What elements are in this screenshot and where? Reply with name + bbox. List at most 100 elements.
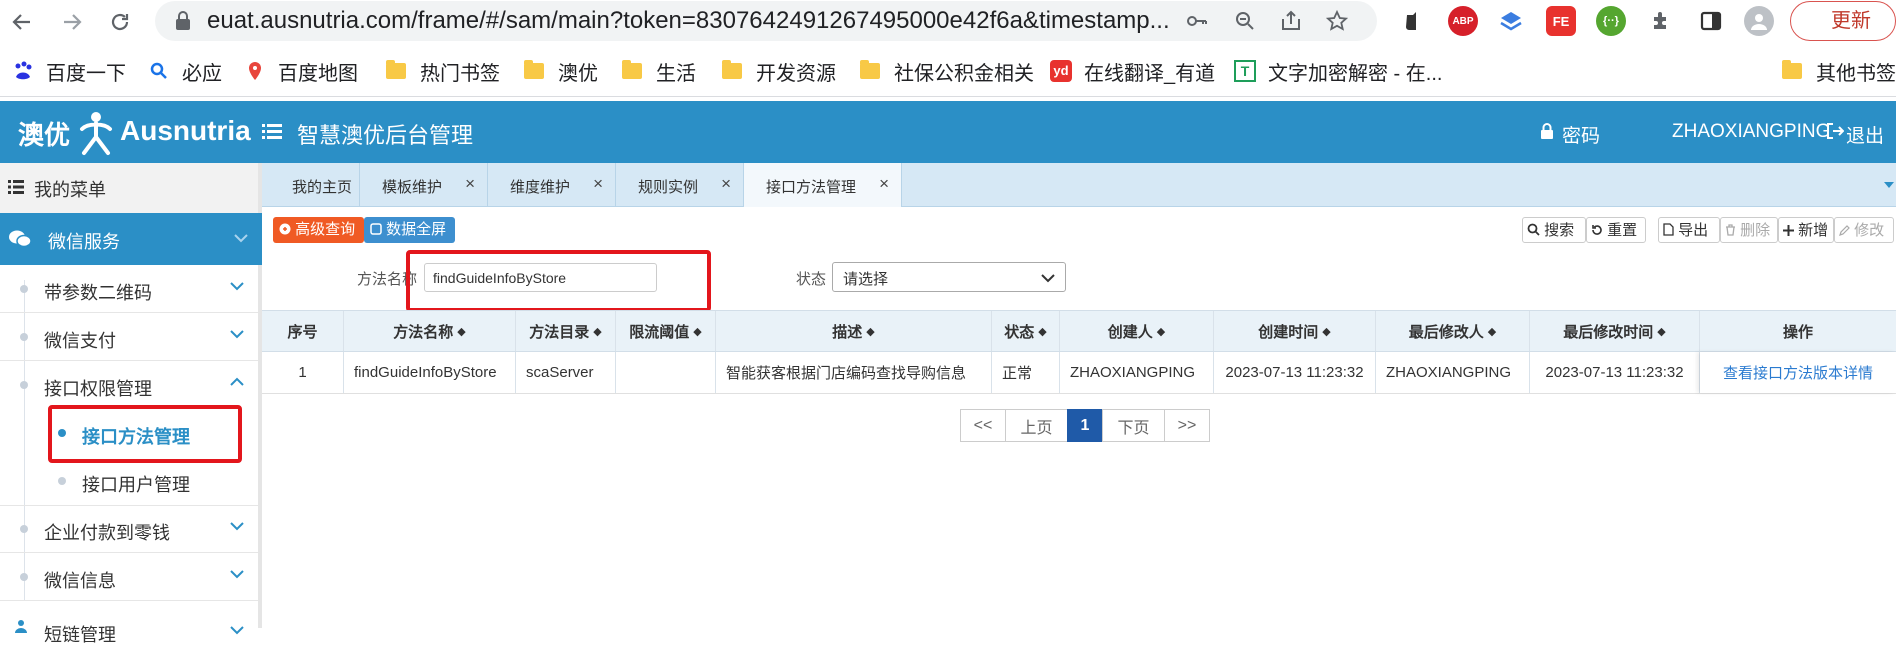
edit-button[interactable]: 修改: [1834, 217, 1894, 243]
export-button[interactable]: 导出: [1658, 217, 1720, 243]
pencil-icon: [1839, 225, 1850, 236]
tab-rule-instance[interactable]: 规则实例 ×: [616, 163, 744, 207]
back-icon[interactable]: [6, 6, 38, 38]
tab-api-method[interactable]: 接口方法管理 ×: [744, 163, 902, 207]
sidebar-item-wechat-pay[interactable]: 微信支付: [0, 313, 258, 361]
add-button[interactable]: 新增: [1778, 217, 1834, 243]
cell-description: 智能获客根据门店编码查找导购信息: [716, 352, 992, 393]
folder-icon: [860, 60, 880, 79]
url-text[interactable]: euat.ausnutria.com/frame/#/sam/main?toke…: [207, 1, 1207, 41]
cell-status: 正常: [992, 352, 1060, 393]
fe-helper-icon[interactable]: FE: [1546, 6, 1576, 36]
reset-button[interactable]: 重置: [1586, 217, 1646, 243]
menu-toggle-icon[interactable]: [262, 122, 282, 145]
col-modifier[interactable]: 最后修改人 ◆: [1376, 311, 1530, 351]
cell-modifier: ZHAOXIANGPING: [1376, 352, 1530, 393]
bookmark-folder-social[interactable]: 社保公积金相关: [860, 46, 1034, 96]
sidebar-item-wechat-info[interactable]: 微信信息: [0, 553, 258, 601]
tab-home[interactable]: 我的主页: [262, 163, 360, 207]
bookmark-baidu[interactable]: 百度一下: [12, 46, 126, 96]
profile-avatar-icon[interactable]: [1744, 6, 1774, 36]
pager-last[interactable]: >>: [1164, 409, 1210, 442]
address-bar[interactable]: euat.ausnutria.com/frame/#/sam/main?toke…: [155, 1, 1377, 41]
star-icon[interactable]: [1323, 7, 1351, 35]
json-extension-icon[interactable]: {··}: [1596, 6, 1626, 36]
sort-icon: ◆: [593, 325, 602, 338]
side-panel-icon[interactable]: [1696, 6, 1726, 36]
col-index: 序号: [262, 311, 344, 351]
col-method-name[interactable]: 方法名称 ◆: [344, 311, 516, 351]
bookmark-folder-hot[interactable]: 热门书签: [386, 46, 500, 96]
share-icon[interactable]: [1277, 7, 1305, 35]
view-version-link[interactable]: 查看接口方法版本详情: [1723, 362, 1873, 383]
delete-button[interactable]: 删除: [1720, 217, 1778, 243]
bookmark-youdao[interactable]: yd 在线翻译_有道: [1050, 46, 1215, 96]
sidebar-subitem-api-user[interactable]: 接口用户管理: [0, 457, 258, 506]
advanced-query-button[interactable]: 高级查询: [273, 217, 364, 243]
col-status[interactable]: 状态 ◆: [992, 311, 1060, 351]
evernote-icon[interactable]: [1398, 6, 1428, 36]
bookmark-folder-dev[interactable]: 开发资源: [722, 46, 836, 96]
password-link[interactable]: 密码: [1562, 121, 1600, 148]
bookmark-other[interactable]: 其他书签: [1782, 46, 1896, 96]
col-creator[interactable]: 创建人 ◆: [1060, 311, 1214, 351]
close-icon[interactable]: ×: [721, 174, 731, 194]
sidebar-item-qrcode[interactable]: 带参数二维码: [0, 265, 258, 313]
bookmark-bing[interactable]: 必应: [148, 46, 222, 96]
reload-icon[interactable]: [104, 6, 136, 38]
pager-prev[interactable]: 上页: [1005, 409, 1068, 442]
fullscreen-button[interactable]: 数据全屏: [364, 217, 455, 243]
chevron-down-icon: [230, 626, 244, 635]
col-method-dir[interactable]: 方法目录 ◆: [516, 311, 616, 351]
col-modified-time[interactable]: 最后修改时间 ◆: [1530, 311, 1700, 351]
tab-template[interactable]: 模板维护 ×: [360, 163, 488, 207]
search-button[interactable]: 搜索: [1522, 217, 1586, 243]
list-icon: [8, 180, 24, 194]
bullet-dot: [20, 333, 28, 341]
browser-toolbar: euat.ausnutria.com/frame/#/sam/main?toke…: [0, 0, 1896, 44]
lock-icon: [175, 11, 191, 36]
cell-created-time: 2023-07-13 11:23:32: [1214, 352, 1376, 393]
bookmark-folder-ausnutria[interactable]: 澳优: [524, 46, 598, 96]
close-icon[interactable]: ×: [879, 174, 889, 194]
sidebar-item-shortlink[interactable]: 短链管理: [0, 601, 258, 649]
my-menu-header: 我的菜单: [0, 163, 258, 214]
search-icon: [1527, 223, 1540, 236]
bookmark-baidu-map[interactable]: 百度地图: [244, 46, 358, 96]
highlight-box-filter: [406, 250, 711, 312]
table-row[interactable]: 1 findGuideInfoByStore scaServer 智能获客根据门…: [262, 352, 1896, 394]
extensions-puzzle-icon[interactable]: [1646, 6, 1676, 36]
key-icon[interactable]: [1183, 7, 1211, 35]
file-export-icon: [1663, 223, 1674, 236]
pager-next[interactable]: 下页: [1102, 409, 1165, 442]
sidebar-item-enterprise-pay[interactable]: 企业付款到零钱: [0, 505, 258, 553]
col-description[interactable]: 描述 ◆: [716, 311, 992, 351]
tab-dimension[interactable]: 维度维护 ×: [488, 163, 616, 207]
pager-first[interactable]: <<: [960, 409, 1006, 442]
bookmark-folder-life[interactable]: 生活: [622, 46, 696, 96]
folder-icon: [1782, 60, 1802, 79]
close-icon[interactable]: ×: [593, 174, 603, 194]
sidebar-item-api-permission[interactable]: 接口权限管理: [0, 361, 258, 409]
sort-icon: ◆: [1156, 325, 1166, 338]
adblock-icon[interactable]: ABP: [1448, 6, 1478, 36]
forward-icon[interactable]: [56, 6, 88, 38]
square-icon: [370, 223, 382, 235]
text-tool-icon: T: [1234, 60, 1256, 82]
logout-link[interactable]: 退出: [1846, 121, 1884, 148]
close-icon[interactable]: ×: [465, 174, 475, 194]
status-select[interactable]: 请选择: [832, 262, 1066, 292]
zoom-icon[interactable]: [1231, 7, 1259, 35]
tab-dropdown-icon[interactable]: [1884, 175, 1894, 193]
cell-modified-time: 2023-07-13 11:23:32: [1530, 352, 1700, 393]
bookmark-text-crypto[interactable]: T 文字加密解密 - 在...: [1234, 46, 1442, 96]
col-rate-limit[interactable]: 限流阈值 ◆: [616, 311, 716, 351]
pager-current[interactable]: 1: [1067, 409, 1103, 442]
chevron-down-icon: [1041, 274, 1055, 283]
update-button[interactable]: 更新: [1790, 1, 1896, 41]
sidebar-item-wechat-service[interactable]: 微信服务: [0, 213, 262, 265]
logout-icon[interactable]: [1826, 122, 1845, 145]
col-created-time[interactable]: 创建时间 ◆: [1214, 311, 1376, 351]
layers-extension-icon[interactable]: [1496, 6, 1526, 36]
folder-icon: [524, 60, 544, 79]
